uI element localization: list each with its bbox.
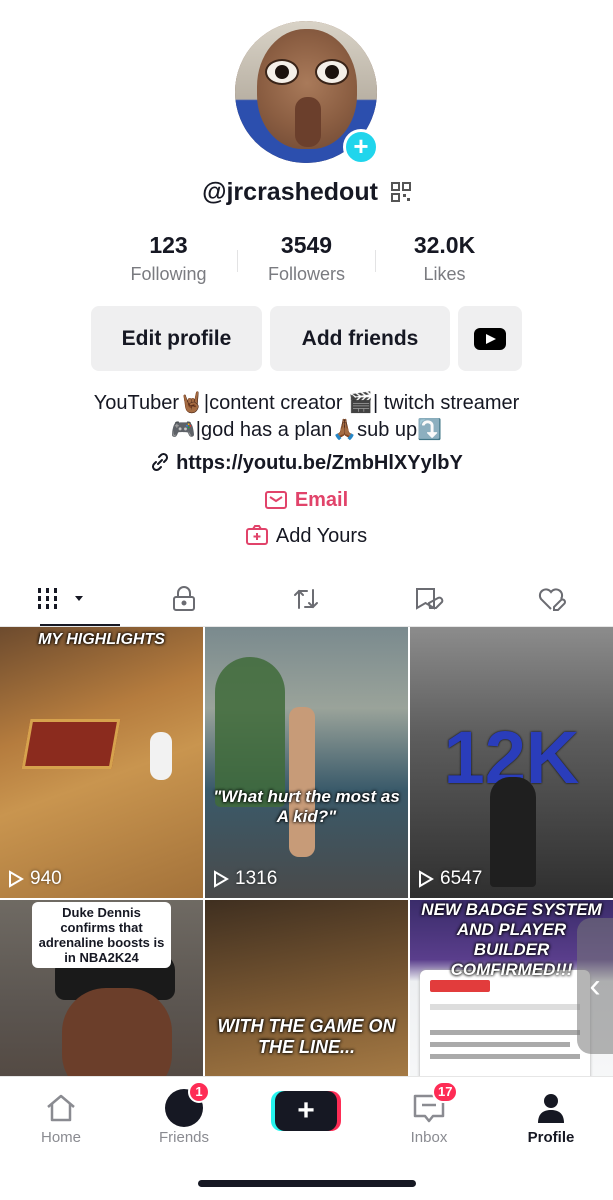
nav-home-label: Home bbox=[40, 1129, 81, 1146]
nav-profile[interactable]: Profile bbox=[506, 1087, 596, 1146]
bio-line-2: 🎮|god has a plan🙏🏾sub up⤵️ bbox=[170, 419, 443, 441]
nav-home[interactable]: Home bbox=[16, 1087, 106, 1146]
bio-link[interactable]: https://youtu.be/ZmbHlXYylbY bbox=[0, 452, 613, 475]
play-icon bbox=[214, 870, 229, 888]
youtube-icon bbox=[474, 327, 506, 350]
nav-profile-label: Profile bbox=[527, 1129, 575, 1146]
likes-count: 32.0K bbox=[413, 232, 476, 258]
video-tile[interactable]: "What hurt the most as A kid?" 1316 bbox=[205, 627, 408, 898]
view-count: 940 bbox=[8, 868, 62, 890]
home-icon bbox=[47, 1094, 75, 1122]
nav-inbox-label: Inbox bbox=[410, 1129, 448, 1146]
bio-line-1: YouTuber🤘🏾|content creator 🎬| twitch str… bbox=[93, 392, 520, 414]
nav-inbox[interactable]: Inbox 17 bbox=[384, 1081, 474, 1146]
email-button[interactable]: Email bbox=[0, 489, 613, 512]
stat-followers[interactable]: 3549 Followers bbox=[238, 232, 375, 285]
saved-icon bbox=[416, 588, 444, 610]
home-indicator bbox=[198, 1180, 416, 1187]
friends-badge: 1 bbox=[188, 1081, 210, 1103]
email-icon bbox=[264, 491, 287, 509]
username: @jrcrashedout bbox=[202, 178, 378, 206]
followers-count: 3549 bbox=[280, 232, 333, 258]
video-tile[interactable]: 12K 6547 bbox=[410, 627, 613, 898]
add-yours-icon bbox=[245, 525, 268, 545]
video-caption: Duke Dennis confirms that adrenaline boo… bbox=[32, 902, 171, 968]
tab-liked[interactable] bbox=[490, 572, 613, 626]
link-text: https://youtu.be/ZmbHlXYylbY bbox=[176, 452, 463, 474]
inbox-badge: 17 bbox=[432, 1081, 459, 1103]
following-label: Following bbox=[130, 264, 207, 284]
profile-stats: 123 Following 3549 Followers 32.0K Likes bbox=[100, 232, 513, 285]
content-tabs bbox=[0, 572, 613, 626]
bio: YouTuber🤘🏾|content creator 🎬| twitch str… bbox=[0, 390, 613, 444]
username-row: @jrcrashedout bbox=[0, 178, 613, 207]
view-count: 1316 bbox=[213, 868, 277, 890]
view-count-value: 6547 bbox=[440, 868, 483, 889]
add-friends-button[interactable]: Add friends bbox=[270, 306, 450, 371]
tab-private[interactable] bbox=[123, 572, 246, 626]
repost-icon bbox=[294, 589, 319, 609]
add-yours-button[interactable]: Add Yours bbox=[0, 525, 613, 548]
email-label: Email bbox=[294, 489, 349, 511]
followers-label: Followers bbox=[267, 264, 346, 284]
stat-following[interactable]: 123 Following bbox=[100, 232, 237, 285]
nav-friends-label: Friends bbox=[158, 1129, 210, 1146]
add-yours-label: Add Yours bbox=[275, 525, 368, 547]
video-tile[interactable]: MY HIGHLIGHTS 940 bbox=[0, 627, 203, 898]
video-caption: WITH THE GAME ON THE LINE... bbox=[217, 1016, 396, 1057]
qr-code-icon[interactable] bbox=[390, 182, 411, 202]
stat-likes[interactable]: 32.0K Likes bbox=[376, 232, 513, 285]
edit-profile-button[interactable]: Edit profile bbox=[91, 306, 262, 371]
chevron-left-icon: ‹ bbox=[589, 966, 601, 1005]
play-icon bbox=[9, 870, 24, 888]
grid-icon bbox=[38, 588, 84, 609]
nav-friends[interactable]: Friends 1 bbox=[139, 1081, 229, 1146]
view-count-value: 1316 bbox=[235, 868, 278, 889]
lock-icon bbox=[172, 586, 195, 611]
video-caption: "What hurt the most as A kid?" bbox=[213, 787, 400, 826]
tab-favorites[interactable] bbox=[368, 572, 491, 626]
following-count: 123 bbox=[149, 232, 188, 258]
side-panel-handle[interactable]: ‹ bbox=[577, 918, 613, 1054]
play-icon bbox=[419, 870, 434, 888]
liked-icon bbox=[538, 588, 566, 611]
likes-label: Likes bbox=[423, 264, 466, 284]
add-avatar-plus-icon[interactable]: + bbox=[343, 129, 379, 165]
tab-reposts[interactable] bbox=[245, 572, 368, 626]
video-caption: MY HIGHLIGHTS bbox=[38, 631, 165, 648]
profile-icon bbox=[538, 1094, 564, 1123]
view-count: 6547 bbox=[418, 868, 482, 890]
create-button[interactable]: + bbox=[275, 1091, 337, 1131]
view-count-value: 940 bbox=[30, 868, 62, 889]
link-icon bbox=[152, 452, 169, 472]
tab-videos[interactable] bbox=[0, 572, 123, 626]
youtube-button[interactable] bbox=[458, 306, 522, 371]
profile-avatar[interactable]: + bbox=[235, 21, 379, 165]
